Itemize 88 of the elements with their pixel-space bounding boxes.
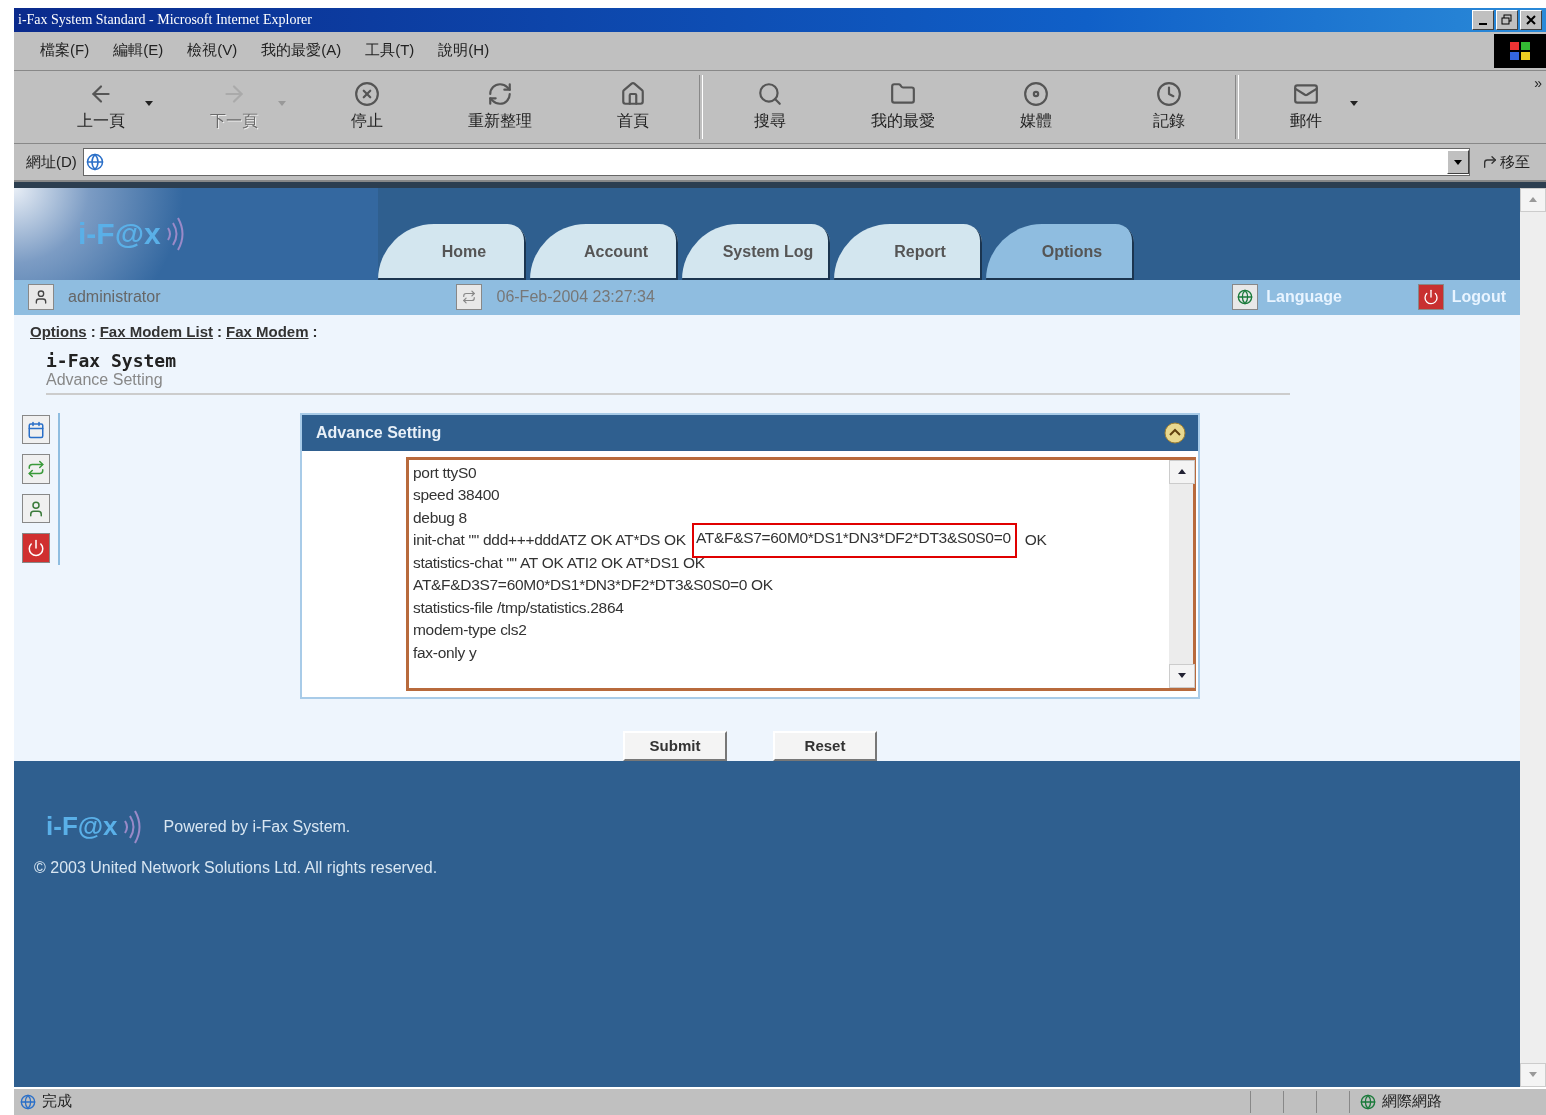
config-text: AT&F&D3S7=60M0*DS1*DN3*DF2*DT3&S0S0=0 OK bbox=[413, 575, 773, 596]
power-icon bbox=[1417, 284, 1444, 311]
globe-icon bbox=[1232, 284, 1259, 311]
scroll-up-icon[interactable] bbox=[1178, 469, 1186, 475]
window-title: i-Fax System Standard - Microsoft Internet Explorer bbox=[18, 12, 312, 29]
toolbar-button[interactable]: 停止 bbox=[300, 75, 433, 139]
toolbar-button[interactable]: 首頁 bbox=[566, 75, 699, 139]
username: administrator bbox=[68, 288, 161, 307]
disc-icon bbox=[1022, 81, 1049, 108]
minimize-icon bbox=[1479, 23, 1487, 26]
menu-item[interactable]: 檢視(V) bbox=[187, 41, 238, 61]
globe-icon bbox=[1360, 1093, 1376, 1110]
repeat-icon[interactable] bbox=[22, 454, 50, 484]
toolbar-button[interactable]: 媒體 bbox=[969, 75, 1102, 139]
nav-tab[interactable]: System Log bbox=[682, 223, 830, 280]
scroll-down-icon[interactable] bbox=[1178, 673, 1186, 679]
toolbar-button[interactable]: 郵件 bbox=[1239, 75, 1372, 139]
caret-icon bbox=[1454, 159, 1462, 165]
nav-tab[interactable]: Options bbox=[986, 223, 1134, 280]
windows-logo-icon bbox=[1494, 34, 1546, 69]
home-icon bbox=[619, 81, 646, 108]
close-button[interactable] bbox=[1520, 10, 1542, 31]
menu-item[interactable]: 工具(T) bbox=[365, 41, 415, 61]
menu-item[interactable]: 編輯(E) bbox=[113, 41, 164, 61]
address-field[interactable] bbox=[82, 148, 1470, 177]
config-text: fax-only y bbox=[413, 642, 477, 663]
menu-item[interactable]: 我的最愛(A) bbox=[261, 41, 342, 61]
status-text: 完成 bbox=[42, 1092, 72, 1112]
menu-item[interactable]: 說明(H) bbox=[438, 41, 490, 61]
refresh-icon bbox=[486, 81, 513, 108]
breadcrumb-link[interactable]: Fax Modem bbox=[226, 322, 309, 340]
nav-tab[interactable]: Report bbox=[834, 223, 982, 280]
powered-by-text: Powered by i-Fax System. bbox=[163, 817, 351, 836]
more-button[interactable]: » bbox=[1534, 74, 1542, 91]
page-icon bbox=[20, 1093, 36, 1110]
user-icon bbox=[28, 284, 54, 311]
breadcrumb-separator: : bbox=[90, 322, 96, 340]
config-text: modem-type cls2 bbox=[413, 620, 527, 641]
restore-icon bbox=[1501, 14, 1513, 27]
form-button[interactable]: Submit bbox=[623, 730, 727, 761]
config-text: debug 8 bbox=[413, 507, 467, 528]
minimize-button[interactable] bbox=[1472, 10, 1494, 31]
date-time: 06-Feb-2004 23:27:34 bbox=[496, 288, 655, 307]
toolbar-button[interactable]: 搜尋 bbox=[703, 75, 836, 139]
nav-tab[interactable]: Home bbox=[378, 223, 526, 280]
caret-icon bbox=[145, 101, 153, 106]
config-text: OK bbox=[1023, 530, 1047, 551]
zone-text: 網際網路 bbox=[1382, 1092, 1442, 1112]
toolbar-button[interactable]: 我的最愛 bbox=[836, 75, 969, 139]
go-arrow-icon bbox=[1482, 154, 1498, 171]
collapse-icon[interactable] bbox=[1164, 421, 1186, 444]
toolbar-button[interactable]: 上一頁 bbox=[34, 75, 167, 139]
search-icon bbox=[756, 81, 783, 108]
breadcrumb-separator: : bbox=[217, 322, 223, 340]
breadcrumb-link[interactable]: Fax Modem List bbox=[99, 322, 214, 340]
restore-button[interactable] bbox=[1496, 10, 1518, 31]
toolbar-button[interactable]: 重新整理 bbox=[433, 75, 566, 139]
page-title: i-Fax System bbox=[46, 349, 178, 371]
logo: i-F@x bbox=[78, 216, 161, 251]
highlighted-text: AT&F&S7=60M0*DS1*DN3*DF2*DT3&S0S0=0 bbox=[691, 523, 1017, 558]
copyright-text: © 2003 United Network Solutions Ltd. All rights reserved. bbox=[34, 858, 439, 877]
caret-icon bbox=[278, 101, 286, 106]
clock-icon bbox=[1155, 81, 1182, 108]
panel-title: Advance Setting bbox=[316, 423, 442, 442]
breadcrumb-separator: : bbox=[312, 322, 318, 340]
address-label: 網址(D) bbox=[26, 152, 77, 172]
config-text: init-chat "" ddd+++dddATZ OK AT*DS OK bbox=[413, 530, 687, 551]
page-subtitle: Advance Setting bbox=[46, 370, 1290, 395]
calendar-icon[interactable] bbox=[22, 414, 50, 445]
footer-logo: i-F@x bbox=[46, 811, 118, 843]
breadcrumb-link[interactable]: Options bbox=[30, 322, 87, 340]
dropdown-button[interactable] bbox=[1447, 150, 1469, 175]
nav-tab[interactable]: Account bbox=[530, 223, 678, 280]
scrollbar[interactable] bbox=[1169, 459, 1193, 688]
config-text-area[interactable] bbox=[406, 456, 1196, 691]
caret-icon bbox=[1350, 101, 1358, 106]
stop-icon bbox=[353, 81, 380, 108]
config-text: port ttyS0 bbox=[413, 462, 477, 483]
config-text: statistics-file /tmp/statistics.2864 bbox=[413, 597, 624, 618]
go-button[interactable]: 移至 bbox=[1476, 152, 1536, 172]
user-icon[interactable] bbox=[22, 493, 50, 524]
close-icon bbox=[1526, 15, 1536, 26]
power-icon[interactable] bbox=[22, 533, 50, 563]
toolbar-button[interactable]: 記錄 bbox=[1102, 75, 1235, 139]
menu-item[interactable]: 檔案(F) bbox=[40, 41, 90, 61]
form-button[interactable]: Reset bbox=[773, 730, 877, 761]
config-text: speed 38400 bbox=[413, 485, 500, 506]
page-icon bbox=[85, 153, 104, 172]
